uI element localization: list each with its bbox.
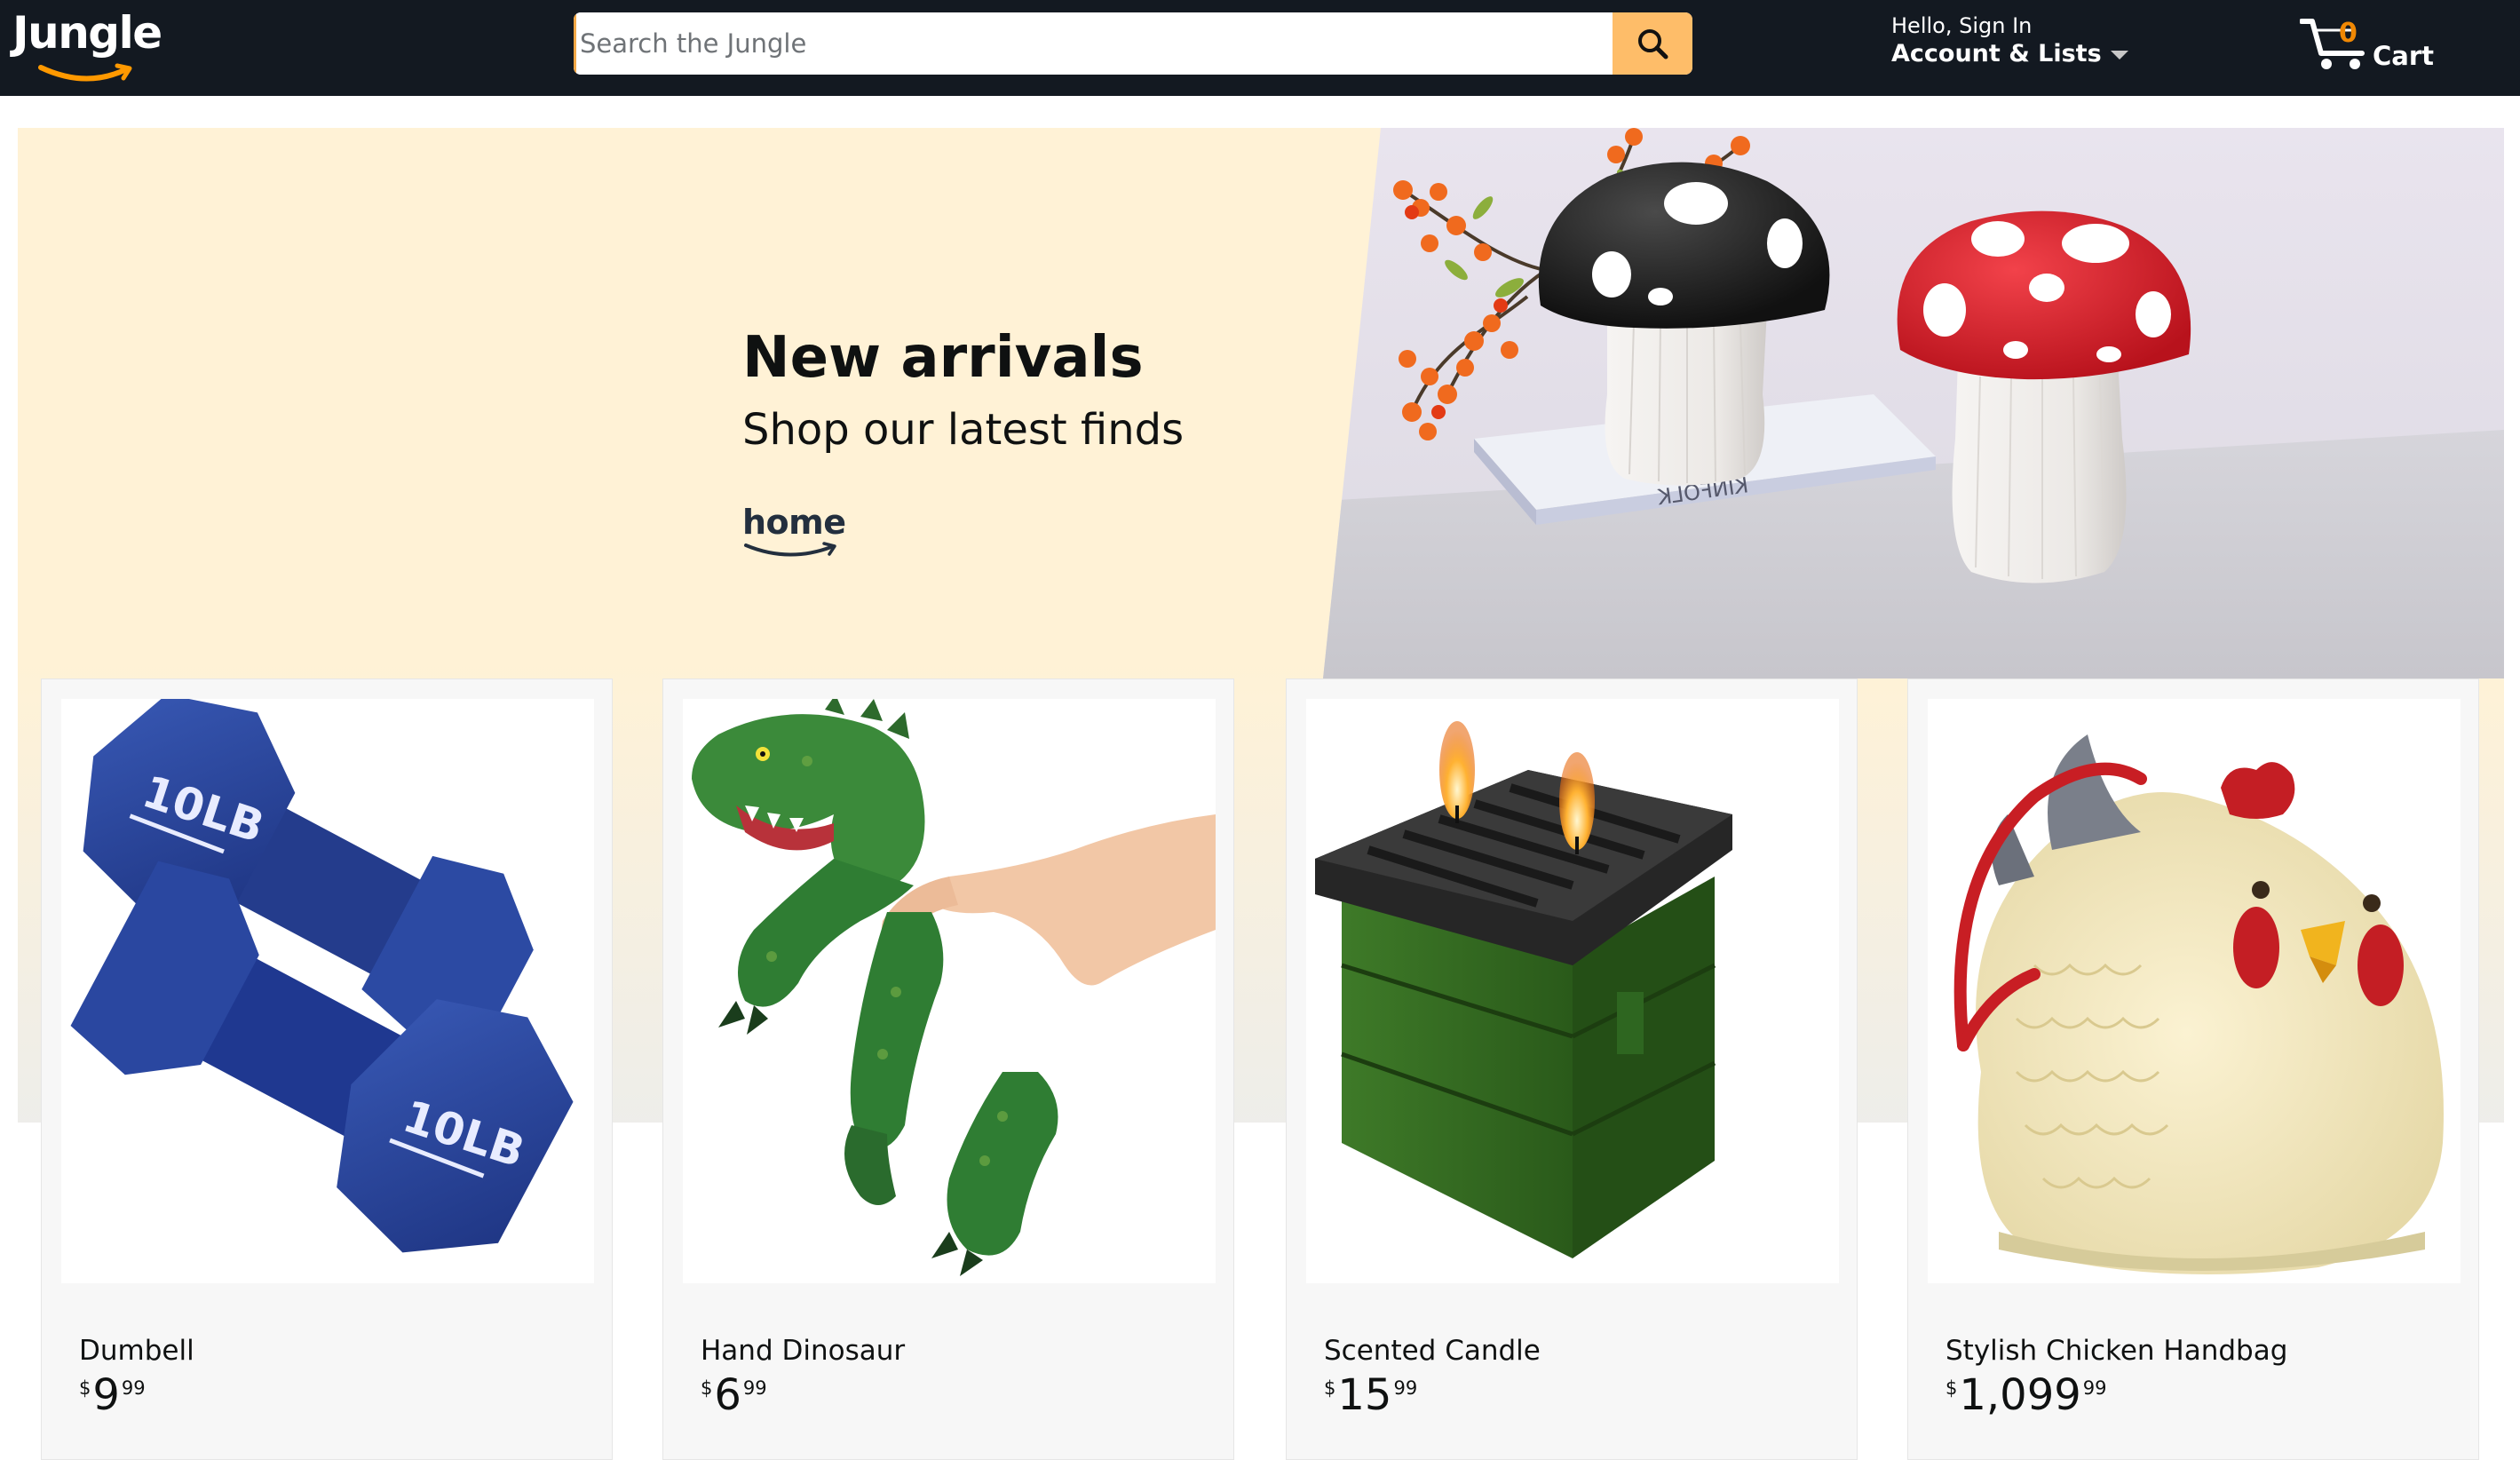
product-price: $ 9 99 [79, 1372, 146, 1418]
account-greeting: Hello, Sign In [1891, 13, 2033, 38]
account-lists-text: Account & Lists [1891, 40, 2102, 67]
jungle-logo[interactable]: Jungle [12, 7, 163, 89]
product-card-scented-candle[interactable]: Scented Candle $ 15 99 [1286, 678, 1858, 1460]
account-menu[interactable]: Hello, Sign In Account & Lists [1891, 12, 2128, 69]
price-currency: $ [79, 1377, 91, 1399]
price-fraction: 99 [121, 1377, 146, 1399]
price-whole: 6 [714, 1370, 741, 1420]
price-whole: 1,099 [1959, 1370, 2081, 1420]
logo-text: Jungle [12, 7, 162, 59]
price-fraction: 99 [2082, 1377, 2107, 1399]
product-image-hand-dinosaur [683, 699, 1216, 1283]
top-nav-bar: Jungle Hello, Sign In Account & Lists 0 [0, 0, 2520, 96]
home-brand-logo[interactable]: home [742, 503, 846, 567]
price-currency: $ [701, 1377, 713, 1399]
hero-image-mushroom-vases: KINFOLK [1323, 128, 2504, 678]
brand-smile-icon [744, 542, 836, 557]
product-title[interactable]: Dumbell [79, 1335, 194, 1367]
price-fraction: 99 [742, 1377, 767, 1399]
cart-icon [2300, 19, 2365, 69]
product-image-dumbell: 10LB 10LB [61, 699, 594, 1283]
caret-down-icon [2110, 51, 2128, 60]
hero-title: New arrivals [742, 325, 1144, 391]
cart-button[interactable]: 0 Cart [2300, 14, 2435, 76]
home-brand-text: home [742, 503, 846, 542]
product-price: $ 1,099 99 [1945, 1372, 2107, 1418]
account-lists-label: Account & Lists [1891, 39, 2128, 69]
hero-subtitle: Shop our latest finds [742, 405, 1185, 455]
price-fraction: 99 [1393, 1377, 1418, 1399]
price-whole: 9 [92, 1370, 120, 1420]
product-price: $ 15 99 [1324, 1372, 1417, 1418]
product-title[interactable]: Scented Candle [1324, 1335, 1541, 1367]
cart-count-badge: 0 [2339, 18, 2358, 49]
search-bar [574, 12, 1692, 75]
search-icon [1638, 29, 1668, 60]
search-input[interactable] [574, 12, 1613, 75]
product-image-scented-candle [1306, 699, 1839, 1283]
product-card-chicken-handbag[interactable]: Stylish Chicken Handbag $ 1,099 99 [1907, 678, 2479, 1460]
logo-smile-icon [38, 63, 132, 82]
product-card-dumbell[interactable]: 10LB 10LB Dumbell $ 9 99 [41, 678, 613, 1460]
product-title[interactable]: Stylish Chicken Handbag [1945, 1335, 2287, 1367]
price-currency: $ [1324, 1377, 1336, 1399]
product-image-chicken-handbag [1928, 699, 2461, 1283]
product-price: $ 6 99 [701, 1372, 767, 1418]
cart-label: Cart [2373, 41, 2435, 71]
product-card-hand-dinosaur[interactable]: Hand Dinosaur $ 6 99 [662, 678, 1234, 1460]
price-whole: 15 [1337, 1370, 1392, 1420]
price-currency: $ [1945, 1377, 1958, 1399]
product-title[interactable]: Hand Dinosaur [701, 1335, 905, 1367]
search-button[interactable] [1613, 12, 1692, 75]
